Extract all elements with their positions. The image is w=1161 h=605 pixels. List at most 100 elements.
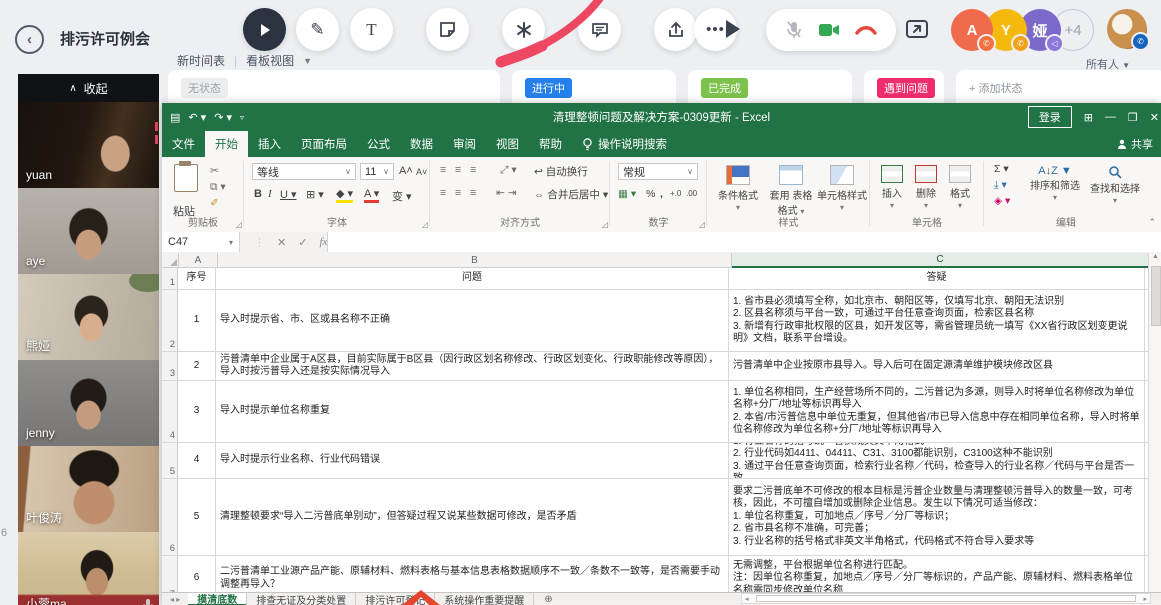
comma-icon[interactable]: , — [660, 188, 663, 200]
cell[interactable]: 1. 省市县必须填写全称，如北京市、朝阳区等，仅填写北京、朝阳无法识别 2. 区… — [729, 290, 1145, 352]
back-button[interactable]: ‹ — [15, 25, 44, 54]
screen-share-button[interactable] — [904, 16, 930, 47]
horizontal-scrollbar[interactable]: ◂ ▸ — [741, 593, 1151, 604]
cell[interactable]: 污普清单中企业属于A区县，目前实际属于B区县（因行政区划名称修改、行政区划变化、… — [216, 352, 729, 381]
tab-review[interactable]: 审阅 — [443, 131, 486, 157]
cell[interactable]: 1 — [178, 290, 216, 352]
cell[interactable]: 1. 行业名称的括号统一替换成英文半角格式 2. 行业代码如4411、04411… — [729, 443, 1145, 479]
scroll-thumb[interactable] — [1151, 266, 1161, 326]
table-row[interactable]: 7 6 二污普清单工业源产品产能、原辅材料、燃料表格与基本信息表格数据顺序不一致… — [162, 556, 1161, 592]
tab-home[interactable]: 开始 — [205, 131, 248, 157]
login-button[interactable]: 登录 — [1028, 106, 1072, 128]
column-header[interactable]: A — [179, 253, 218, 268]
wrap-text-button[interactable]: ↩ 自动换行 — [534, 164, 588, 179]
fill-color-button[interactable]: ◆ ▾ — [336, 187, 353, 203]
status-tag[interactable]: 无状态 — [181, 78, 228, 98]
vertical-scrollbar[interactable]: ▲ — [1148, 253, 1161, 592]
row-number[interactable]: 3 — [162, 352, 178, 381]
fill-icon[interactable]: ⤓ ▾ — [994, 179, 1007, 192]
chevron-down-icon[interactable]: ▼ — [303, 56, 312, 66]
format-as-table-button[interactable]: 套用 表格格式 ▾ — [765, 165, 817, 217]
bold-button[interactable]: B — [254, 188, 262, 200]
tab-data[interactable]: 数据 — [400, 131, 443, 157]
scroll-right-icon[interactable]: ▸ — [1143, 594, 1147, 605]
table-row[interactable]: 5 4 导入时提示行业名称、行业代码错误 1. 行业名称的括号统一替换成英文半角… — [162, 443, 1161, 479]
format-painter-icon[interactable]: ✐ — [210, 197, 219, 209]
formula-input[interactable] — [327, 232, 1161, 252]
cell[interactable]: 二污普清单工业源产品产能、原辅材料、燃料表格与基本信息表格数据顺序不一致／条数不… — [216, 556, 729, 592]
sheet-tab[interactable]: 排查无证及分类处置 — [247, 593, 356, 605]
select-all-corner[interactable] — [162, 253, 179, 268]
draw-button[interactable]: ✎ — [296, 8, 339, 51]
underline-button[interactable]: U ▾ — [280, 188, 297, 201]
number-format-select[interactable]: 常规∨ — [618, 163, 698, 180]
cell[interactable]: 4 — [178, 443, 216, 479]
sheet-nav-arrows[interactable]: ◂ ▸ — [162, 593, 188, 605]
insert-cells-button[interactable]: 插入▾ — [876, 165, 908, 211]
avatar[interactable]: A ✆ — [951, 9, 993, 51]
table-row[interactable]: 4 3 导入时提示单位名称重复 1. 单位名称相同，生产经营场所不同的，二污普记… — [162, 381, 1161, 443]
scroll-thumb[interactable] — [756, 595, 1136, 602]
merge-center-button[interactable]: ⇔ 合并后居中 ▾ — [534, 187, 608, 202]
everyone-selector[interactable]: 所有人 ▼ — [1086, 56, 1130, 72]
cell[interactable]: 2 — [178, 352, 216, 381]
dialog-launcher-icon[interactable]: ◿ — [422, 220, 428, 229]
conditional-formatting-button[interactable]: 条件格式▾ — [713, 165, 763, 213]
delete-cells-button[interactable]: 删除▾ — [910, 165, 942, 211]
grow-font-icon[interactable]: A˄ — [399, 165, 413, 177]
increase-decimal-icon[interactable]: +.0 — [670, 189, 681, 198]
hangup-icon[interactable] — [855, 23, 877, 37]
tab-pagelayout[interactable]: 页面布局 — [291, 131, 357, 157]
format-cells-button[interactable]: 格式▾ — [944, 165, 976, 211]
table-row[interactable]: 1 序号 问题 答疑 — [162, 268, 1161, 290]
comment-button[interactable] — [578, 8, 621, 51]
video-tile[interactable]: yuan — [18, 102, 159, 188]
clear-icon[interactable]: ◈ ▾ — [994, 195, 1010, 207]
cell[interactable]: 答疑 — [729, 268, 1145, 290]
cell[interactable]: 导入时提示省、市、区或县名称不正确 — [216, 290, 729, 352]
cell[interactable]: 3 — [178, 381, 216, 443]
row-number[interactable]: 2 — [162, 290, 178, 352]
collapse-ribbon-icon[interactable]: ⌃ — [1148, 217, 1156, 228]
cell[interactable]: 污普清单中企业按原市县导入。导入后可在固定源清单维护模块修改区县 — [729, 352, 1145, 381]
cut-icon[interactable]: ✂ — [210, 165, 219, 177]
add-sheet-button[interactable]: ⊕ — [534, 593, 562, 605]
tab-formulas[interactable]: 公式 — [357, 131, 400, 157]
minimize-button[interactable]: — — [1105, 111, 1116, 123]
name-box[interactable]: C47 ▾ — [162, 232, 240, 252]
paste-icon[interactable] — [174, 164, 198, 192]
tab-help[interactable]: 帮助 — [529, 131, 572, 157]
row-number[interactable]: 4 — [162, 381, 178, 443]
dialog-launcher-icon[interactable]: ◿ — [602, 220, 608, 229]
dialog-launcher-icon[interactable]: ◿ — [699, 220, 705, 229]
text-tool-button[interactable]: T — [350, 8, 393, 51]
table-row[interactable]: 6 5 清理整顿要求“导入二污普底单别动”，但答疑过程又说某些数据可修改，是否矛… — [162, 479, 1161, 556]
sheet-tab[interactable]: 系统操作重要提醒 — [435, 593, 534, 605]
sticky-note-button[interactable] — [426, 8, 469, 51]
restore-button[interactable]: ❐ — [1128, 111, 1138, 124]
video-tile[interactable]: aye — [18, 188, 159, 274]
video-tile[interactable]: 熊娅 — [18, 274, 159, 360]
cell[interactable]: 无需调整，平台根据单位名称进行匹配。 注：因单位名称重复，加地点／序号／分厂等标… — [729, 556, 1145, 592]
start-share-play-icon[interactable] — [726, 20, 740, 38]
video-tile[interactable]: 小蓉ma — [18, 532, 159, 605]
status-tag[interactable]: 进行中 — [525, 78, 572, 98]
find-select-button[interactable]: 查找和选择▾ — [1086, 165, 1144, 206]
sheet-tab[interactable]: 排污许可登记 — [356, 593, 435, 605]
pointer-tool-button[interactable] — [502, 8, 545, 51]
cell[interactable]: 问题 — [216, 268, 729, 290]
phonetic-button[interactable]: 变 ▾ — [392, 188, 412, 204]
indent-icons[interactable]: ⇤ ⇥ — [496, 187, 517, 199]
sort-filter-button[interactable]: A↓Z ▼ 排序和筛选▾ — [1026, 165, 1084, 203]
ribbon-display-icon[interactable]: ⊞ — [1084, 111, 1093, 124]
autosum-icon[interactable]: Σ ▾ — [994, 163, 1009, 175]
share-button[interactable] — [654, 8, 697, 51]
orientation-icon[interactable]: ⤢ ▾ — [500, 164, 517, 177]
add-status-button[interactable]: + 添加状态 — [969, 78, 1029, 98]
cell[interactable]: 1. 单位名称相同，生产经营场所不同的，二污普记为多源，则导入时将单位名称修改为… — [729, 381, 1145, 443]
table-row[interactable]: 2 1 导入时提示省、市、区或县名称不正确 1. 省市县必须填写全称，如北京市、… — [162, 290, 1161, 352]
avatar-dog[interactable]: ✆ — [1107, 9, 1147, 49]
collapse-videos-button[interactable]: ∧ 收起 — [18, 74, 159, 102]
play-button[interactable] — [243, 8, 286, 51]
column-header[interactable]: B — [218, 253, 732, 268]
